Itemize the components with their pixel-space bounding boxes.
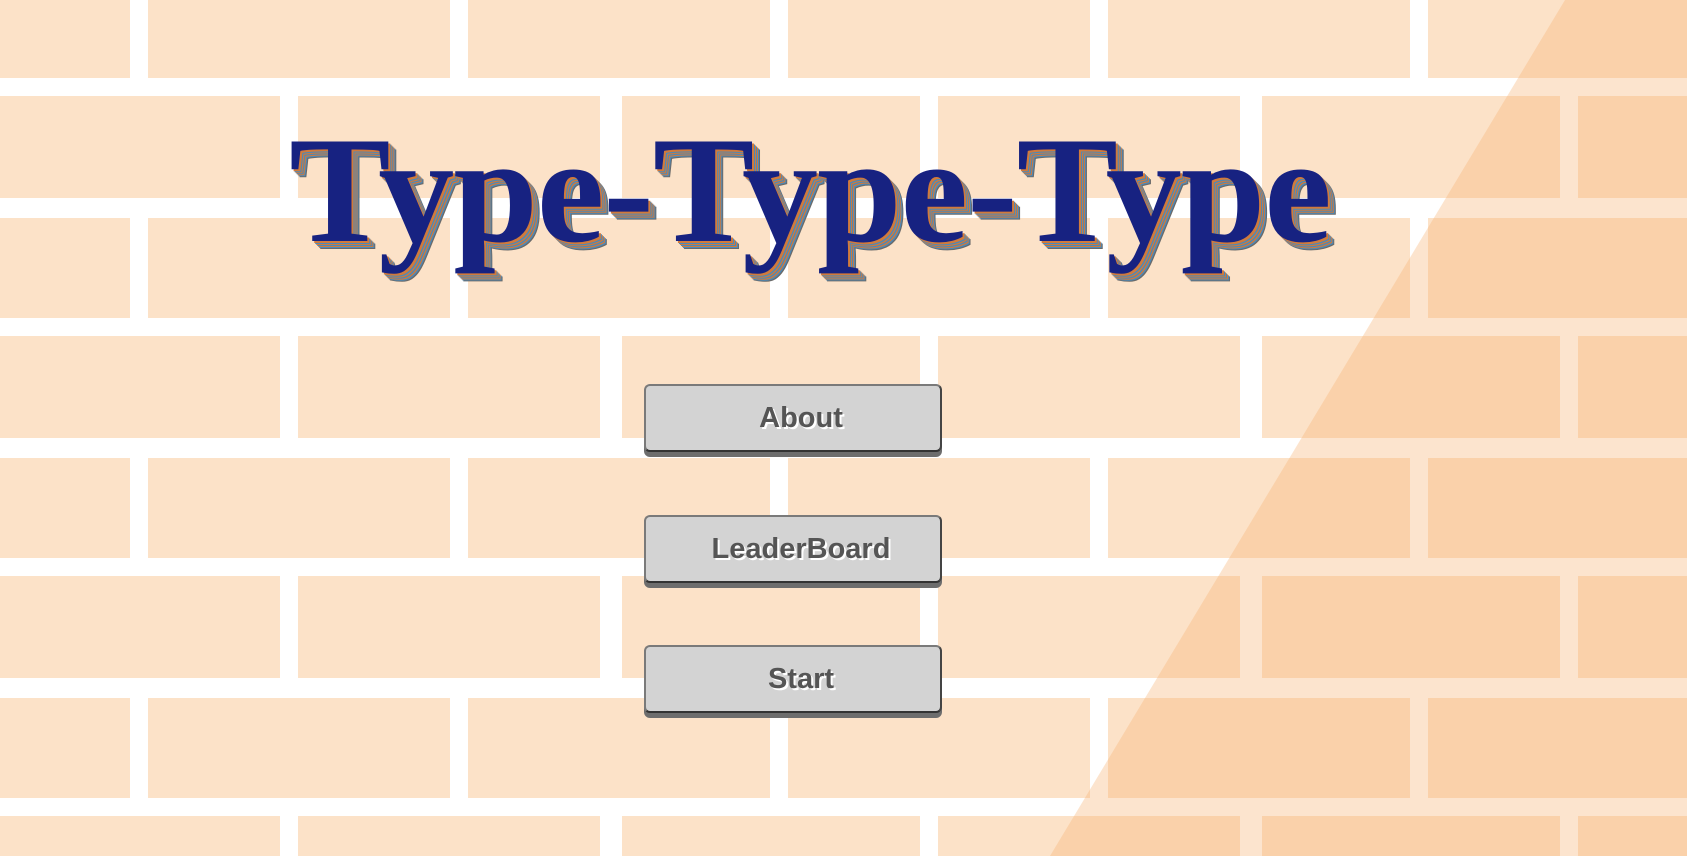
game-title: Type-Type-Type (289, 106, 1332, 274)
about-button[interactable]: About (644, 384, 942, 452)
start-button[interactable]: Start (644, 645, 942, 713)
about-button-label: About (759, 401, 843, 434)
start-button-label: Start (767, 662, 835, 695)
leaderboard-button[interactable]: LeaderBoard (644, 515, 942, 583)
leaderboard-button-label: LeaderBoard (711, 532, 891, 565)
